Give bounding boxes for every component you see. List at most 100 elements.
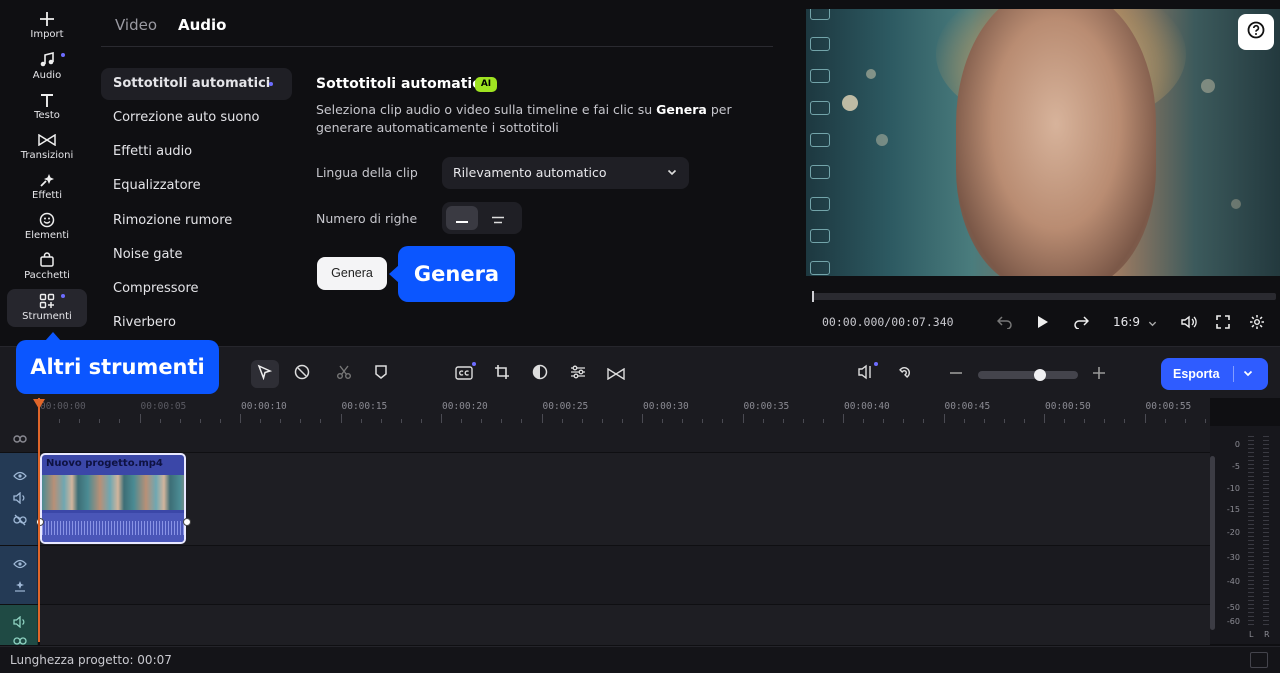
video-frame[interactable] [806, 9, 1280, 276]
film-frame [810, 69, 830, 83]
timeline-ruler[interactable]: 00:00:00 00:00:05 00:00:10 00:00:15 00:00:20… [0, 398, 1210, 426]
ruler-tick [601, 419, 603, 423]
export-button[interactable]: Esporta [1161, 358, 1268, 390]
zoom-in-button[interactable] [1085, 360, 1113, 388]
zoom-slider[interactable] [978, 369, 1078, 381]
tab-audio[interactable]: Audio [178, 16, 226, 34]
ruler-label: 00:00:50 [1045, 401, 1091, 412]
volume-icon[interactable] [12, 491, 28, 505]
subnav-noise-gate[interactable]: Noise gate [101, 239, 292, 271]
captions-tool[interactable] [450, 360, 478, 388]
undo-icon[interactable] [996, 313, 1014, 331]
rail-transizioni[interactable]: Transizioni [7, 128, 87, 166]
ruler-tick [179, 419, 181, 423]
subnav-compressore[interactable]: Compressore [101, 273, 292, 305]
eye-icon[interactable] [12, 469, 28, 483]
tab-video[interactable]: Video [115, 16, 157, 34]
play-icon[interactable] [1034, 313, 1052, 331]
effects-icon[interactable] [12, 579, 28, 593]
cut-tool[interactable] [330, 360, 358, 388]
waveform [42, 521, 184, 535]
link-icon[interactable] [12, 432, 28, 446]
ruler-label: 00:00:10 [241, 401, 287, 412]
aspect-ratio-select[interactable]: 16:9 [1111, 313, 1159, 331]
adjust-tool[interactable] [564, 360, 592, 388]
audio-detach-tool[interactable] [852, 360, 880, 388]
ruler-tick [380, 419, 382, 423]
film-frame [810, 101, 830, 115]
zoom-out-button[interactable] [942, 360, 970, 388]
rail-import[interactable]: Import [7, 7, 87, 45]
ruler-tick [481, 419, 483, 423]
ruler-tick [1084, 419, 1086, 423]
layout-grid-icon[interactable] [1250, 652, 1268, 668]
ruler-tick [963, 419, 965, 423]
subnav-rimozione-rumore[interactable]: Rimozione rumore [101, 205, 292, 237]
project-length: Lunghezza progetto: 00:07 [10, 653, 172, 667]
volume-icon[interactable] [12, 615, 28, 629]
ruler-tick [621, 419, 623, 423]
color-tool[interactable] [526, 360, 554, 388]
meter-scale-label: -5 [1232, 462, 1240, 471]
language-select[interactable]: Rilevamento automatico [442, 157, 689, 189]
rail-testo[interactable]: Testo [7, 88, 87, 126]
single-line-icon [456, 209, 468, 228]
unlink-icon[interactable] [12, 513, 28, 527]
magnet-tool[interactable] [891, 360, 919, 388]
film-frame [810, 9, 830, 20]
generate-button[interactable]: Genera [317, 257, 387, 290]
shield-marker-icon [374, 364, 388, 384]
subnav-correzione-auto-suono[interactable]: Correzione auto suono [101, 102, 292, 134]
rail-effetti[interactable]: Effetti [7, 168, 87, 206]
select-tool[interactable] [251, 360, 279, 388]
subnav-effetti-audio[interactable]: Effetti audio [101, 136, 292, 168]
plus-icon [39, 10, 55, 28]
help-button[interactable] [1238, 14, 1274, 50]
rail-pacchetti[interactable]: Pacchetti [7, 248, 87, 286]
ruler-tick [863, 419, 865, 423]
video-clip[interactable]: Nuovo progetto.mp4 [40, 453, 186, 544]
crop-tool[interactable] [488, 360, 516, 388]
chevron-down-icon [1148, 313, 1157, 332]
track-header [0, 453, 38, 545]
single-line-option[interactable] [446, 206, 478, 230]
contrast-icon [532, 364, 548, 384]
meter-channel-right: R [1264, 630, 1270, 639]
razor-tool[interactable] [288, 360, 316, 388]
timeline-scrollbar[interactable] [1210, 456, 1215, 630]
track-body [40, 546, 1210, 604]
playhead-line[interactable] [38, 398, 40, 642]
rail-elementi[interactable]: Elementi [7, 208, 87, 246]
help-icon [1247, 21, 1265, 43]
eye-icon[interactable] [12, 557, 28, 571]
preview-scrubber[interactable] [812, 291, 1276, 302]
marker-tool[interactable] [367, 360, 395, 388]
scrubber-head[interactable] [812, 291, 814, 302]
bokeh [866, 69, 876, 79]
track-body [40, 426, 1210, 452]
zoom-slider-knob[interactable] [1034, 369, 1046, 381]
ruler-tick [59, 419, 61, 423]
settings-gear-icon[interactable] [1248, 313, 1266, 331]
scissors-icon [336, 364, 352, 384]
unlink-icon[interactable] [12, 637, 28, 645]
clip-title: Nuovo progetto.mp4 [46, 458, 163, 469]
subnav-riverbero[interactable]: Riverbero [101, 307, 292, 339]
chevron-down-icon[interactable] [1243, 358, 1253, 390]
double-line-option[interactable] [482, 206, 514, 230]
aspect-ratio-value: 16:9 [1113, 315, 1140, 329]
description-part: Seleziona clip audio o video sulla timel… [316, 102, 657, 117]
transition-tool[interactable] [602, 360, 630, 388]
playhead-handle[interactable] [33, 399, 45, 409]
rail-strumenti[interactable]: Strumenti [7, 289, 87, 327]
ruler-tick [159, 419, 161, 423]
redo-icon[interactable] [1072, 313, 1090, 331]
clip-trim-handle-right[interactable] [183, 518, 191, 526]
subnav-equalizzatore[interactable]: Equalizzatore [101, 170, 292, 202]
subnav-sottotitoli-automatici[interactable]: Sottotitoli automatici [101, 68, 292, 100]
fullscreen-icon[interactable] [1214, 313, 1232, 331]
rail-audio[interactable]: Audio [7, 48, 87, 86]
ruler-label: 00:00:15 [341, 401, 388, 412]
volume-icon[interactable] [1180, 313, 1198, 331]
ruler-tick [521, 419, 523, 423]
